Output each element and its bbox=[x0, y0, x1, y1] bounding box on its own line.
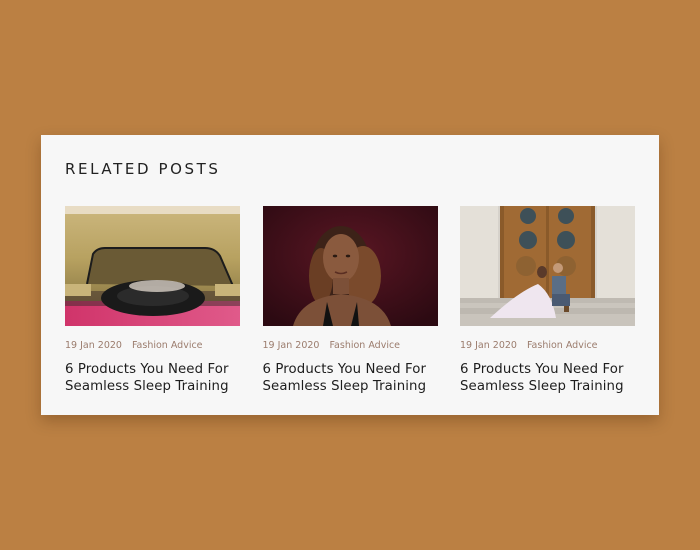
post-meta: 19 Jan 2020 Fashion Advice bbox=[460, 340, 635, 352]
post-date: 19 Jan 2020 bbox=[65, 340, 122, 351]
post-meta: 19 Jan 2020 Fashion Advice bbox=[263, 340, 438, 352]
post-card[interactable]: 19 Jan 2020 Fashion Advice 6 Products You… bbox=[460, 206, 635, 395]
woman-portrait-image bbox=[262, 206, 438, 326]
post-title-link[interactable]: 6 Products You Need For Seamless Sleep T… bbox=[263, 362, 438, 395]
post-card[interactable]: 19 Jan 2020 Fashion Advice 6 Products You… bbox=[262, 206, 438, 395]
related-posts-card: RELATED POSTS 19 Jan 2020 Fashion Advice… bbox=[41, 135, 659, 415]
post-title-link[interactable]: 6 Products You Need For Seamless Sleep T… bbox=[65, 362, 240, 395]
section-title: RELATED POSTS bbox=[65, 160, 221, 178]
post-thumbnail-car[interactable] bbox=[65, 206, 240, 326]
post-meta: 19 Jan 2020 Fashion Advice bbox=[65, 340, 240, 352]
wedding-couple-door-image bbox=[460, 206, 635, 326]
related-posts-list: 19 Jan 2020 Fashion Advice 6 Products You… bbox=[65, 206, 635, 395]
car-wheel-image bbox=[65, 206, 240, 326]
post-thumbnail-portrait[interactable] bbox=[262, 206, 438, 326]
post-thumbnail-wedding[interactable] bbox=[460, 206, 635, 326]
post-category-link[interactable]: Fashion Advice bbox=[132, 340, 203, 351]
post-card[interactable]: 19 Jan 2020 Fashion Advice 6 Products You… bbox=[65, 206, 240, 395]
post-date: 19 Jan 2020 bbox=[460, 340, 517, 351]
post-category-link[interactable]: Fashion Advice bbox=[329, 340, 400, 351]
post-category-link[interactable]: Fashion Advice bbox=[527, 340, 598, 351]
post-date: 19 Jan 2020 bbox=[262, 340, 320, 351]
post-title-link[interactable]: 6 Products You Need For Seamless Sleep T… bbox=[460, 362, 635, 395]
